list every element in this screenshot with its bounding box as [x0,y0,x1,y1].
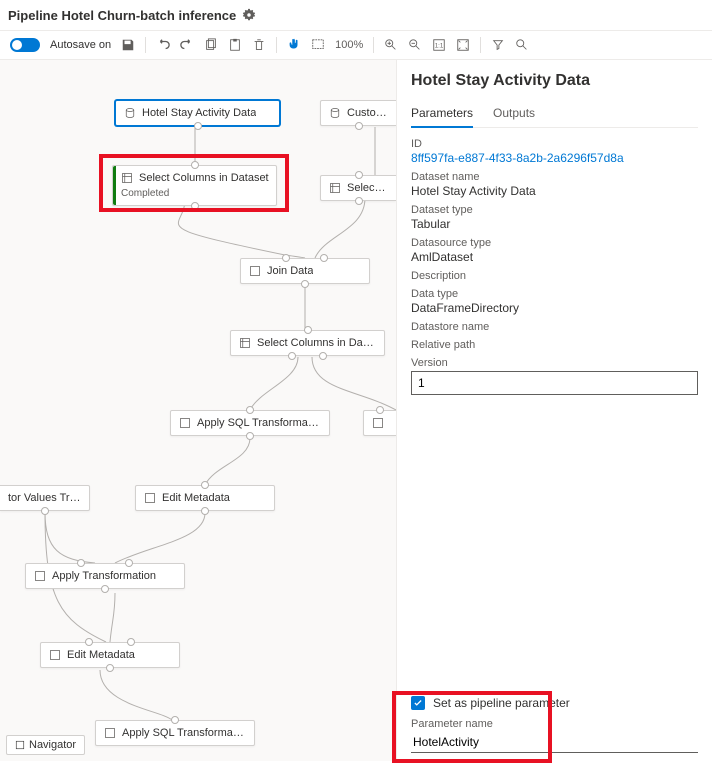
node-apply-sql-2[interactable]: Apply SQL Transformation [95,720,255,746]
autosave-toggle[interactable] [10,38,40,52]
panel-tabs: Parameters Outputs [411,102,698,128]
zoom-in-icon[interactable] [384,38,398,52]
label-datasource: Datasource type [411,237,698,249]
undo-icon[interactable] [156,38,170,52]
redo-icon[interactable] [180,38,194,52]
fit-screen-icon[interactable] [456,38,470,52]
tab-parameters[interactable]: Parameters [411,102,473,128]
fit-real-icon[interactable]: 1:1 [432,38,446,52]
copy-icon[interactable] [204,38,218,52]
label-description: Description [411,270,698,282]
label-relpath: Relative path [411,339,698,351]
node-values-trans[interactable]: tor Values Trans... [0,485,90,511]
label-datastore: Datastore name [411,321,698,333]
save-icon[interactable] [121,38,135,52]
tab-outputs[interactable]: Outputs [493,102,535,127]
delete-icon[interactable] [252,38,266,52]
module-icon [249,265,261,277]
label-dataset-type: Dataset type [411,204,698,216]
filter-icon[interactable] [491,38,505,52]
label-param-name: Parameter name [411,718,698,730]
module-icon [239,337,251,349]
node-join-data[interactable]: Join Data [240,258,370,284]
node-edit-metadata-1[interactable]: Edit Metadata [135,485,275,511]
label-dataset-name: Dataset name [411,171,698,183]
node-edit-metadata-2[interactable]: Edit Metadata [40,642,180,668]
search-icon[interactable] [515,38,529,52]
node-select-columns-1[interactable]: Select Columns in Dataset Completed [112,165,277,206]
module-icon [49,649,61,661]
input-version[interactable] [411,371,698,395]
value-datatype: DataFrameDirectory [411,301,698,315]
panel-title: Hotel Stay Activity Data [411,72,698,90]
module-icon [104,727,116,739]
label-version: Version [411,357,698,369]
dataset-icon [124,107,136,119]
check-icon [413,698,423,708]
node-select-columns-2[interactable]: Select Columns in Dataset [230,330,385,356]
pan-icon[interactable] [287,38,301,52]
select-icon[interactable] [311,38,325,52]
module-icon [179,417,191,429]
value-dataset-name: Hotel Stay Activity Data [411,184,698,198]
toolbar: Autosave on 100% 1:1 [0,30,712,60]
header: Pipeline Hotel Churn-batch inference [0,0,712,30]
label-datatype: Data type [411,288,698,300]
pipeline-canvas[interactable]: Hotel Stay Activity Data Customer Dat Se… [0,60,396,761]
module-icon [121,172,133,184]
value-dataset-type: Tabular [411,217,698,231]
value-id[interactable]: 8ff597fa-e887-4f33-8a2b-2a6296f57d8a [411,151,698,165]
zoom-level: 100% [335,39,363,51]
autosave-label: Autosave on [50,39,111,51]
map-icon [15,740,25,750]
properties-panel: Hotel Stay Activity Data Parameters Outp… [396,60,712,761]
page-title: Pipeline Hotel Churn-batch inference [8,8,236,23]
node-apply-sql-1[interactable]: Apply SQL Transformation [170,410,330,436]
node-select-columns-right[interactable]: Select Colum [320,175,396,201]
node-edit-m[interactable]: Edit M [363,410,396,436]
node-hotel-stay-data[interactable]: Hotel Stay Activity Data [115,100,280,126]
dataset-icon [329,107,341,119]
label-id: ID [411,138,698,150]
gear-icon[interactable] [242,8,256,22]
svg-text:1:1: 1:1 [435,43,444,50]
input-param-name[interactable] [411,732,698,753]
zoom-out-icon[interactable] [408,38,422,52]
module-icon [372,417,384,429]
navigator-button[interactable]: Navigator [6,735,85,755]
module-icon [144,492,156,504]
node-apply-transformation[interactable]: Apply Transformation [25,563,185,589]
paste-icon[interactable] [228,38,242,52]
checkbox-set-param[interactable] [411,696,425,710]
node-customer-data[interactable]: Customer Dat [320,100,396,126]
module-icon [329,182,341,194]
module-icon [34,570,46,582]
label-set-param: Set as pipeline parameter [433,696,570,710]
value-datasource: AmlDataset [411,250,698,264]
